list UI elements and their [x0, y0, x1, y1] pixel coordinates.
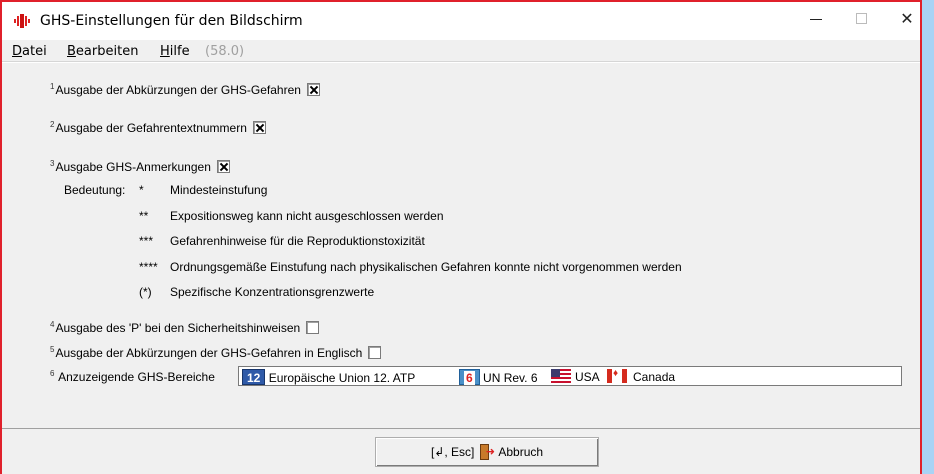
menu-datei[interactable]: Datei: [12, 44, 47, 59]
menu-hilfe[interactable]: Hilfe: [160, 44, 190, 59]
maximize-button[interactable]: [838, 2, 884, 36]
area-eu[interactable]: 12 Europäische Union 12. ATP: [242, 369, 415, 385]
option-p-prefix-checkbox[interactable]: [306, 321, 320, 334]
area-un-label: UN Rev. 6: [483, 371, 538, 385]
option-english-abbreviations-checkbox[interactable]: [368, 346, 382, 359]
meaning-symbol: **: [139, 209, 149, 223]
menu-bar: Datei Bearbeiten Hilfe (58.0): [2, 40, 920, 62]
option-abbreviations-checkbox[interactable]: [306, 83, 320, 96]
minimize-button[interactable]: [792, 2, 838, 36]
settings-window: GHS-Einstellungen für den Bildschirm ✕ D…: [0, 0, 922, 474]
close-button[interactable]: ✕: [884, 2, 930, 36]
settings-panel: 1Ausgabe der Abkürzungen der GHS-Gefahre…: [2, 63, 920, 431]
option-ghs-notes-label: Ausgabe GHS-Anmerkungen: [55, 160, 211, 174]
meaning-symbol: ****: [139, 260, 158, 274]
window-title: GHS-Einstellungen für den Bildschirm: [40, 13, 303, 29]
cancel-button[interactable]: [↲, Esc] ➜ Abbruch: [375, 437, 599, 467]
option-hazard-text-numbers: 2Ausgabe der Gefahrentextnummern: [50, 120, 266, 135]
close-icon: ✕: [900, 9, 914, 28]
un-badge-icon: 6: [459, 369, 480, 385]
option-abbreviations-label: Ausgabe der Abkürzungen der GHS-Gefahren: [55, 83, 301, 97]
option-p-prefix-label: Ausgabe des 'P' bei den Sicherheitshinwe…: [55, 321, 301, 335]
eu-badge-icon: 12: [242, 369, 266, 385]
canada-flag-icon: [607, 368, 627, 383]
area-canada-label[interactable]: Canada: [633, 369, 675, 385]
meaning-text: Gefahrenhinweise für die Reproduktionsto…: [170, 234, 425, 248]
meaning-label: Bedeutung:: [64, 183, 126, 197]
meaning-symbol: (*): [139, 285, 152, 299]
option-ghs-areas-label: Anzuzeigende GHS-Bereiche: [58, 370, 215, 384]
option-hazard-text-numbers-label: Ausgabe der Gefahrentextnummern: [55, 121, 247, 135]
meaning-text: Ordnungsgemäße Einstufung nach physikali…: [170, 260, 682, 274]
app-logo-icon: [14, 14, 30, 28]
exit-door-icon: ➜: [479, 444, 495, 460]
meaning-symbol: ***: [139, 234, 154, 248]
menu-bearbeiten[interactable]: Bearbeiten: [67, 44, 138, 59]
version-label: (58.0): [205, 44, 245, 59]
ghs-areas-field[interactable]: 12 Europäische Union 12. ATP 6 UN Rev. 6…: [238, 366, 902, 386]
option-abbreviations: 1Ausgabe der Abkürzungen der GHS-Gefahre…: [50, 82, 320, 97]
title-bar[interactable]: GHS-Einstellungen für den Bildschirm ✕: [2, 2, 920, 40]
option-hazard-text-numbers-checkbox[interactable]: [252, 121, 266, 134]
us-flag-icon: [551, 369, 571, 383]
option-p-prefix: 4Ausgabe des 'P' bei den Sicherheitshinw…: [50, 320, 320, 335]
footer-bar: [↲, Esc] ➜ Abbruch: [2, 429, 920, 474]
meaning-text: Spezifische Konzentrationsgrenzwerte: [170, 285, 375, 299]
cancel-shortcut: [↲, Esc]: [430, 445, 475, 459]
option-ghs-notes: 3Ausgabe GHS-Anmerkungen: [50, 159, 230, 174]
meaning-symbol: *: [139, 183, 144, 197]
area-usa-label[interactable]: USA: [575, 369, 600, 385]
option-ghs-notes-checkbox[interactable]: [216, 160, 230, 173]
cancel-label: Abbruch: [498, 445, 544, 459]
option-english-abbreviations-label: Ausgabe der Abkürzungen der GHS-Gefahren…: [55, 346, 363, 360]
meaning-text: Mindesteinstufung: [170, 183, 268, 197]
option-english-abbreviations: 5Ausgabe der Abkürzungen der GHS-Gefahre…: [50, 345, 382, 360]
maximize-icon: [856, 13, 867, 24]
minimize-icon: [810, 19, 822, 20]
option-ghs-areas: 6 Anzuzeigende GHS-Bereiche: [50, 369, 215, 384]
area-un[interactable]: 6 UN Rev. 6: [459, 369, 538, 385]
area-eu-label: Europäische Union 12. ATP: [268, 371, 416, 385]
meaning-text: Expositionsweg kann nicht ausgeschlossen…: [170, 209, 444, 223]
